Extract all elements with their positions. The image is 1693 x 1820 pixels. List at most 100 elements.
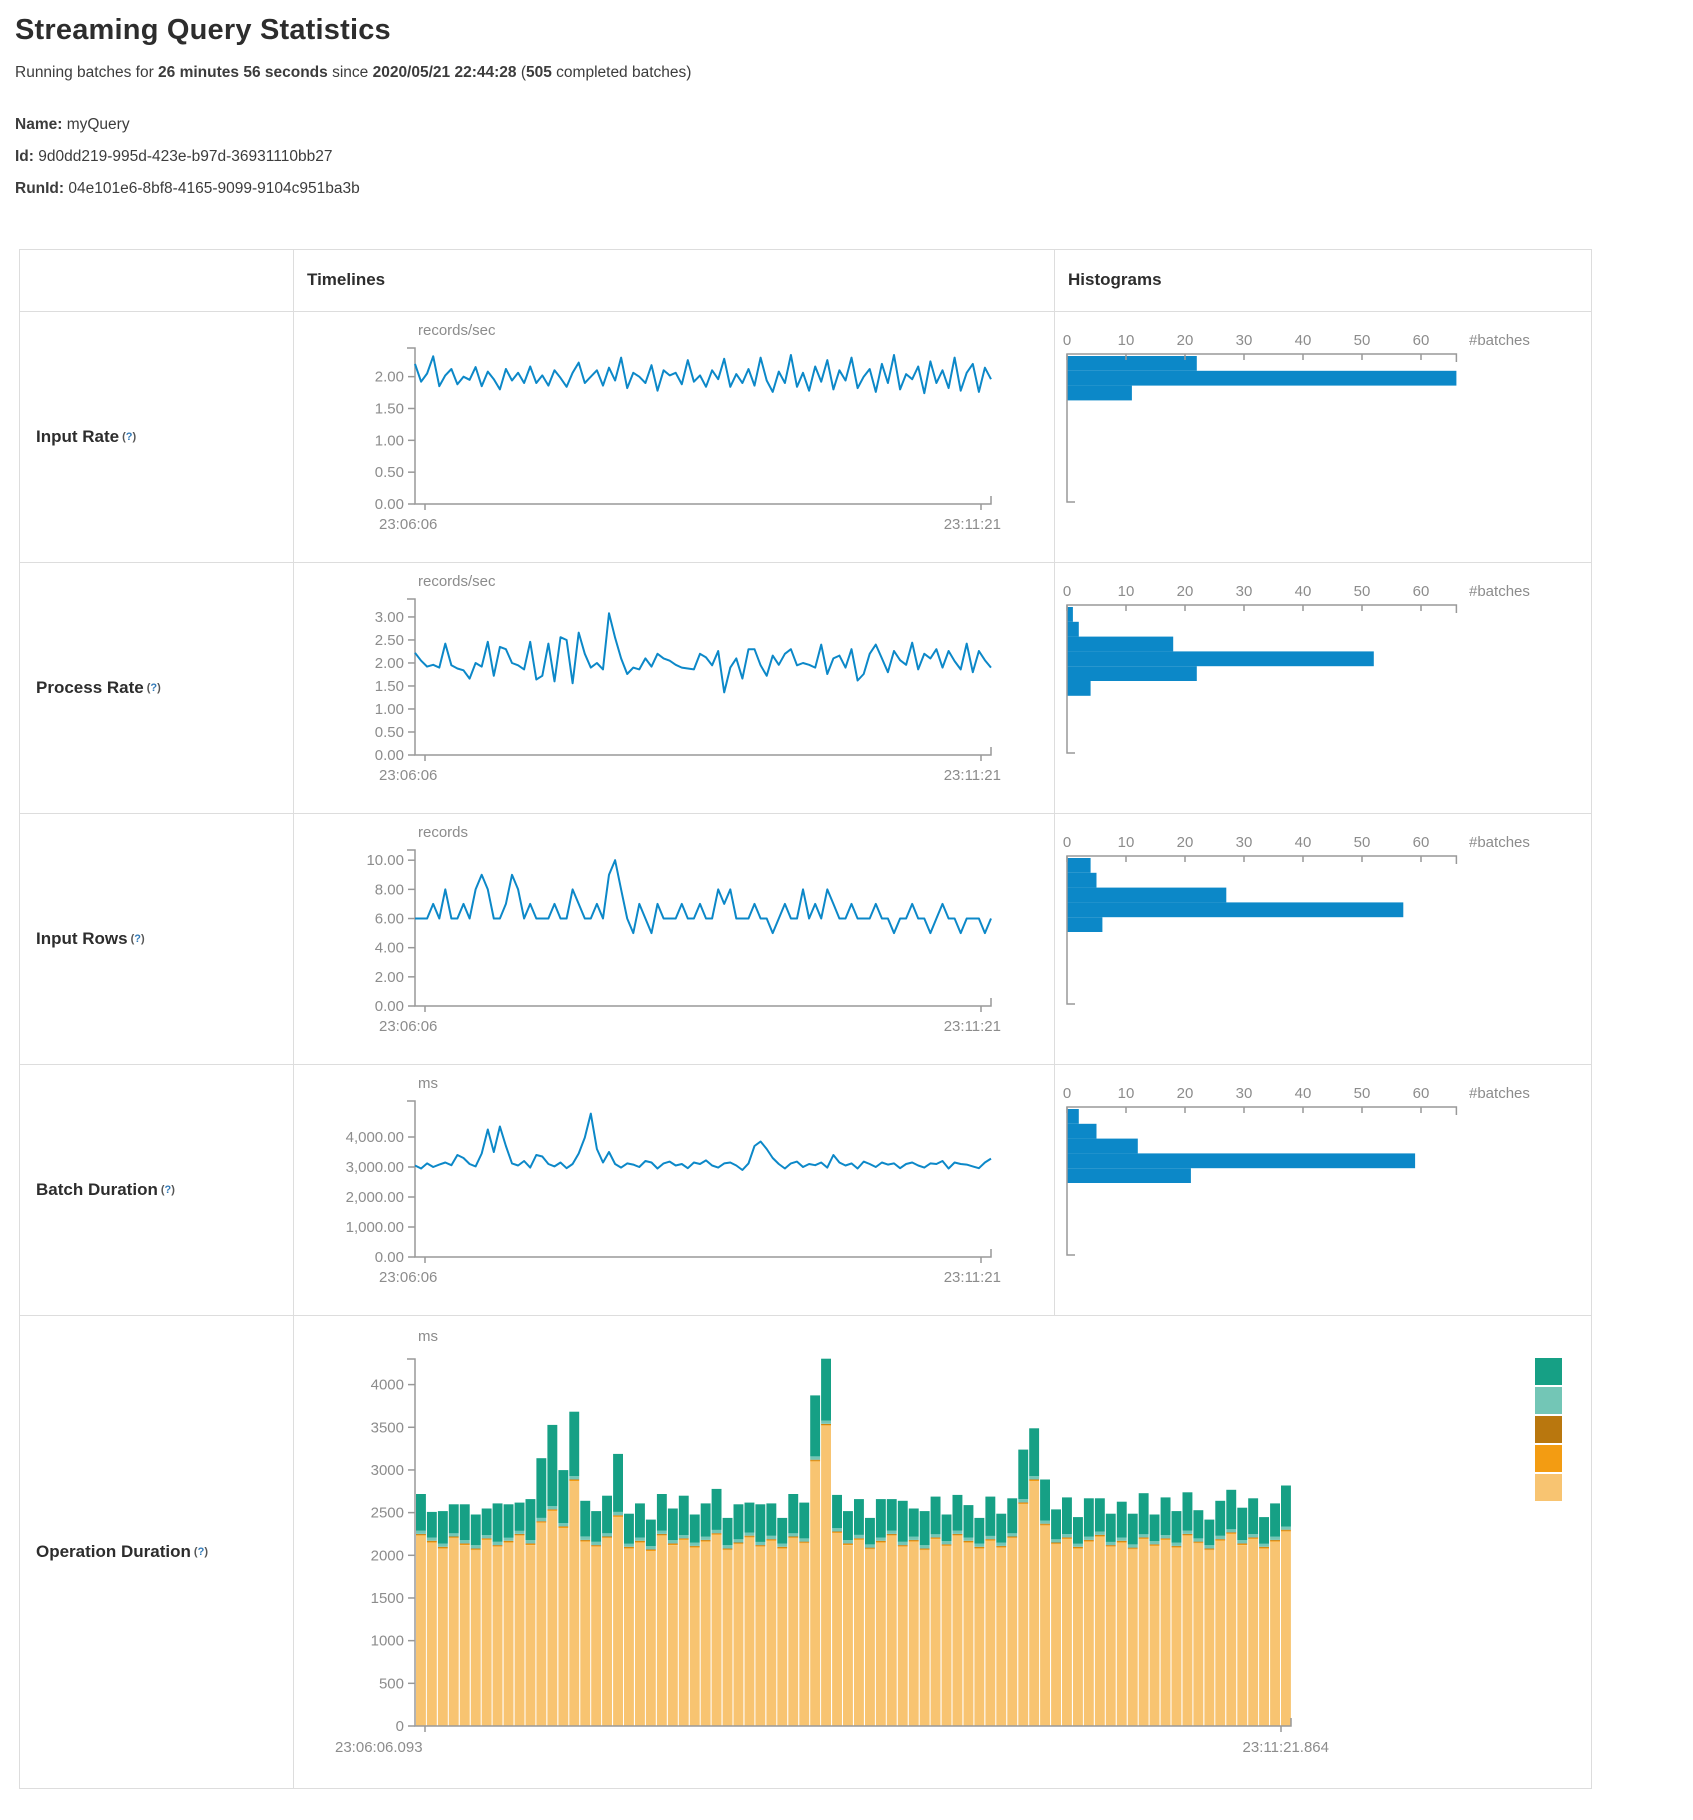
input-rows-line-chart: records10.008.006.004.002.000.0023:06:06… (294, 814, 1054, 1064)
operation-duration-chart: ms4000350030002500200015001000500023:06:… (293, 1315, 1591, 1788)
input-rate-line-chart: records/sec2.001.501.000.500.0023:06:062… (294, 312, 1054, 562)
svg-text:ms: ms (418, 1075, 438, 1092)
svg-text:60: 60 (1413, 834, 1430, 851)
svg-text:3,000.00: 3,000.00 (346, 1159, 404, 1176)
svg-text:1.50: 1.50 (375, 400, 404, 417)
svg-text:4000: 4000 (371, 1376, 404, 1393)
svg-text:1.00: 1.00 (375, 701, 404, 718)
svg-text:0: 0 (396, 1718, 404, 1735)
help-icon[interactable]: (?) (122, 431, 136, 443)
svg-text:40: 40 (1295, 583, 1312, 600)
help-icon[interactable]: (?) (161, 1184, 175, 1196)
help-icon[interactable]: (?) (131, 933, 145, 945)
streaming-statistics-page: Streaming Query Statistics Running batch… (0, 0, 1693, 1789)
batch-duration-line-chart: ms4,000.003,000.002,000.001,000.000.0023… (294, 1065, 1054, 1315)
svg-text:0.50: 0.50 (375, 724, 404, 741)
svg-text:2.00: 2.00 (375, 969, 404, 986)
svg-text:20: 20 (1177, 834, 1194, 851)
timeline-chart-process-rate: records/sec3.002.502.001.501.000.500.002… (293, 562, 1054, 813)
histogram-chart-input-rate: 0102030405060#batches (1054, 311, 1591, 562)
running-duration: 26 minutes 56 seconds (158, 64, 328, 81)
svg-text:10: 10 (1118, 1085, 1135, 1102)
svg-text:2.50: 2.50 (375, 632, 404, 649)
statistics-table: Timelines Histograms Input Rate (?) reco… (19, 249, 1592, 1789)
svg-text:40: 40 (1295, 1085, 1312, 1102)
svg-text:8.00: 8.00 (375, 881, 404, 898)
svg-text:3500: 3500 (371, 1419, 404, 1436)
svg-text:6.00: 6.00 (375, 910, 404, 927)
svg-text:0.00: 0.00 (375, 496, 404, 513)
start-timestamp: 2020/05/21 22:44:28 (373, 64, 517, 81)
svg-text:20: 20 (1177, 332, 1194, 349)
svg-text:records: records (418, 824, 468, 841)
svg-text:60: 60 (1413, 1085, 1430, 1102)
svg-text:#batches: #batches (1469, 332, 1530, 349)
svg-text:60: 60 (1413, 332, 1430, 349)
histogram-chart-process-rate: 0102030405060#batches (1054, 562, 1591, 813)
svg-text:0.00: 0.00 (375, 1249, 404, 1266)
timeline-chart-batch-duration: ms4,000.003,000.002,000.001,000.000.0023… (293, 1064, 1054, 1315)
svg-text:23:11:21: 23:11:21 (944, 1018, 1001, 1035)
completed-batches-count: 505 (526, 64, 552, 81)
row-label-input-rate: Input Rate (?) (19, 311, 293, 562)
svg-text:4,000.00: 4,000.00 (346, 1129, 404, 1146)
process-rate-histogram: 0102030405060#batches (1055, 563, 1591, 813)
svg-text:#batches: #batches (1469, 1085, 1530, 1102)
svg-text:0: 0 (1063, 1085, 1071, 1102)
legend-swatch (1535, 1445, 1562, 1472)
timeline-chart-input-rate: records/sec2.001.501.000.500.0023:06:062… (293, 311, 1054, 562)
svg-text:23:06:06.093: 23:06:06.093 (335, 1739, 423, 1756)
query-runid-value: 04e101e6-8bf8-4165-9099-9104c951ba3b (68, 180, 359, 197)
legend-swatch (1535, 1358, 1562, 1385)
legend-swatch (1535, 1416, 1562, 1443)
svg-text:#batches: #batches (1469, 834, 1530, 851)
row-label-process-rate: Process Rate (?) (19, 562, 293, 813)
row-label-input-rows: Input Rows (?) (19, 813, 293, 1064)
svg-text:40: 40 (1295, 332, 1312, 349)
header-histograms: Histograms (1054, 249, 1591, 311)
svg-text:30: 30 (1236, 583, 1253, 600)
svg-text:1.00: 1.00 (375, 432, 404, 449)
svg-text:10.00: 10.00 (366, 852, 404, 869)
svg-text:23:11:21.864: 23:11:21.864 (1243, 1739, 1329, 1756)
header-empty (19, 249, 293, 311)
header-timelines: Timelines (293, 249, 1054, 311)
svg-text:10: 10 (1118, 834, 1135, 851)
svg-text:0: 0 (1063, 332, 1071, 349)
svg-text:50: 50 (1354, 1085, 1371, 1102)
svg-text:2000: 2000 (371, 1547, 404, 1564)
svg-text:2.00: 2.00 (375, 368, 404, 385)
svg-text:23:06:06: 23:06:06 (379, 1018, 437, 1035)
input-rows-histogram: 0102030405060#batches (1055, 814, 1591, 1064)
svg-text:23:11:21: 23:11:21 (944, 767, 1001, 784)
legend-swatch (1535, 1387, 1562, 1414)
svg-text:0.50: 0.50 (375, 464, 404, 481)
svg-text:4.00: 4.00 (375, 939, 404, 956)
svg-text:23:11:21: 23:11:21 (944, 516, 1001, 533)
svg-text:20: 20 (1177, 583, 1194, 600)
query-id-value: 9d0dd219-995d-423e-b97d-36931110bb27 (38, 148, 332, 165)
query-name-line: Name: myQuery (15, 109, 1693, 141)
svg-text:50: 50 (1354, 834, 1371, 851)
svg-text:30: 30 (1236, 1085, 1253, 1102)
help-icon[interactable]: (?) (194, 1546, 208, 1558)
process-rate-line-chart: records/sec3.002.502.001.501.000.500.002… (294, 563, 1054, 813)
svg-text:records/sec: records/sec (418, 573, 496, 590)
histogram-chart-input-rows: 0102030405060#batches (1054, 813, 1591, 1064)
svg-text:50: 50 (1354, 332, 1371, 349)
help-icon[interactable]: (?) (147, 682, 161, 694)
svg-text:1,000.00: 1,000.00 (346, 1219, 404, 1236)
svg-text:23:06:06: 23:06:06 (379, 767, 437, 784)
legend-swatch (1535, 1474, 1562, 1501)
svg-text:60: 60 (1413, 583, 1430, 600)
svg-text:0: 0 (1063, 583, 1071, 600)
svg-text:0: 0 (1063, 834, 1071, 851)
query-name-value: myQuery (67, 116, 130, 133)
query-id-line: Id: 9d0dd219-995d-423e-b97d-36931110bb27 (15, 141, 1693, 173)
svg-text:3.00: 3.00 (375, 609, 404, 626)
svg-text:1500: 1500 (371, 1590, 404, 1607)
svg-text:3000: 3000 (371, 1462, 404, 1479)
svg-text:23:11:21: 23:11:21 (944, 1269, 1001, 1286)
row-label-operation-duration: Operation Duration (?) (19, 1315, 293, 1788)
svg-text:10: 10 (1118, 332, 1135, 349)
